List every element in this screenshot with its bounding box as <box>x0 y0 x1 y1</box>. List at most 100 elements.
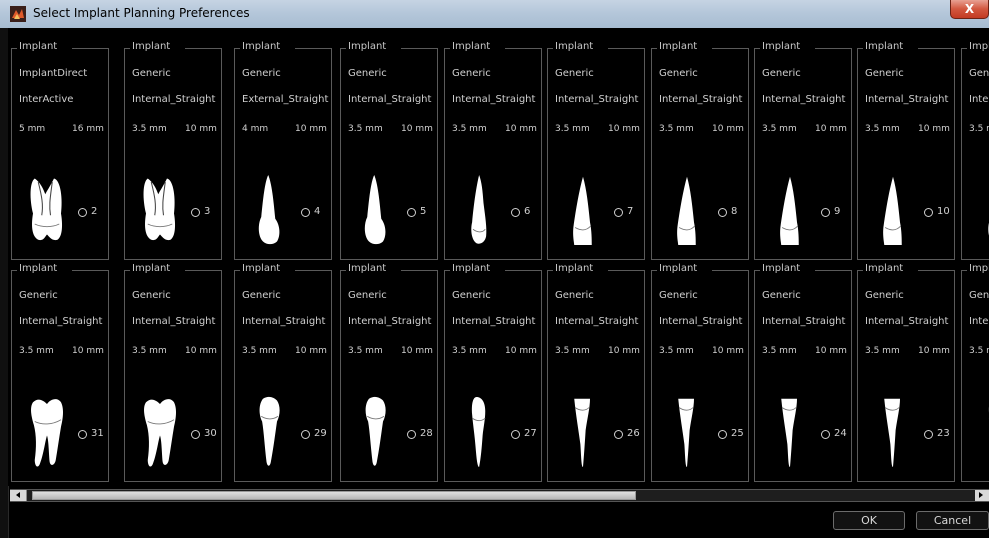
implant-card-tooth-29[interactable]: Implant Generic Internal_Straight 3.5 mm 10 … <box>234 263 332 482</box>
tooth-select-radio[interactable] <box>407 208 416 217</box>
card-diameter: 3.5 mm <box>452 124 487 134</box>
implant-card-tooth-26[interactable]: Implant Generic Internal_Straight 3.5 mm 10 … <box>547 263 645 482</box>
card-manufacturer: Generic <box>348 68 387 79</box>
tooth-select-radio[interactable] <box>78 430 87 439</box>
implant-preferences-dialog: Select Implant Planning Preferences X Im… <box>0 0 989 538</box>
tooth-number: 29 <box>314 428 327 439</box>
card-length: 10 mm <box>918 124 950 134</box>
card-manufacturer: Generic <box>865 290 904 301</box>
implant-card-tooth-25[interactable]: Implant Generic Internal_Straight 3.5 mm 10 … <box>651 263 749 482</box>
card-diameter: 3.5 mm <box>555 124 590 134</box>
card-group-label: Implant <box>131 41 172 52</box>
implant-card-tooth-8[interactable]: Implant Generic Internal_Straight 3.5 mm 10 … <box>651 41 749 260</box>
implant-card-tooth-4[interactable]: Implant Generic External_Straight 4 mm 10 mm… <box>234 41 332 260</box>
tooth-select-radio[interactable] <box>718 430 727 439</box>
tooth-select-radio[interactable] <box>718 208 727 217</box>
card-manufacturer: Generic <box>348 290 387 301</box>
card-group-label: Implant <box>658 41 699 52</box>
tooth-select-radio[interactable] <box>191 208 200 217</box>
card-connection: Internal_Straight <box>348 316 432 327</box>
card-length: 10 mm <box>72 346 104 356</box>
tooth-select-radio[interactable] <box>191 430 200 439</box>
tooth-select-radio[interactable] <box>821 208 830 217</box>
card-diameter: 3.5 mm <box>555 346 590 356</box>
tooth-icon <box>677 176 696 245</box>
tooth-icon <box>678 398 694 467</box>
card-manufacturer: ImplantDirect <box>19 68 88 79</box>
card-length: 10 mm <box>815 346 847 356</box>
horizontal-scrollbar[interactable] <box>10 489 989 502</box>
card-group-label: Implant <box>18 263 59 274</box>
tooth-select-radio[interactable] <box>78 208 87 217</box>
tooth-select-radio[interactable] <box>614 430 623 439</box>
implant-card-tooth-24[interactable]: Implant Generic Internal_Straight 3.5 mm 10 … <box>754 263 852 482</box>
card-diameter: 3.5 mm <box>242 346 277 356</box>
card-group-label: Implant <box>968 41 989 52</box>
card-group-label: Implant <box>451 263 492 274</box>
cancel-button[interactable]: Cancel <box>916 511 989 530</box>
implant-card-tooth-2[interactable]: Implant ImplantDirect InterActive 5 mm 16 mm… <box>11 41 109 260</box>
implant-card-tooth-10[interactable]: Implant Generic Internal_Straight 3.5 mm 10 … <box>857 41 955 260</box>
tooth-icon <box>471 175 487 244</box>
card-connection: Internal_Straight <box>242 316 326 327</box>
tooth-icon <box>144 399 177 467</box>
implant-card-tooth-11[interactable]: ImplantGenericInternal_Straight3.5 mm10 … <box>961 41 989 260</box>
tooth-select-radio[interactable] <box>924 430 933 439</box>
card-connection: Internal_Straight <box>762 316 846 327</box>
app-logo-icon <box>10 6 26 22</box>
scroll-left-arrow-icon[interactable] <box>10 490 27 501</box>
tooth-select-radio[interactable] <box>614 208 623 217</box>
card-diameter: 3.5 mm <box>348 124 383 134</box>
card-connection: InterActive <box>19 94 74 105</box>
tooth-select-radio[interactable] <box>301 430 310 439</box>
tooth-icon <box>259 396 280 466</box>
implant-card-tooth-23[interactable]: Implant Generic Internal_Straight 3.5 mm 10 … <box>857 263 955 482</box>
card-length: 10 mm <box>815 124 847 134</box>
implant-card-tooth-30[interactable]: Implant Generic Internal_Straight 3.5 mm 10 … <box>124 263 222 482</box>
card-manufacturer: Generic <box>659 68 698 79</box>
implant-card-tooth-3[interactable]: Implant Generic Internal_Straight 3.5 mm 10 … <box>124 41 222 260</box>
tooth-number: 2 <box>91 206 98 217</box>
card-diameter: 3.5 mm <box>762 346 797 356</box>
tooth-icon <box>573 176 592 245</box>
card-diameter: 4 mm <box>242 124 269 134</box>
card-connection: Internal_Straight <box>132 316 216 327</box>
implant-card-tooth-28[interactable]: Implant Generic Internal_Straight 3.5 mm 10 … <box>340 263 438 482</box>
tooth-select-radio[interactable] <box>301 208 310 217</box>
tooth-select-radio[interactable] <box>821 430 830 439</box>
tooth-select-radio[interactable] <box>407 430 416 439</box>
card-manufacturer: Generic <box>762 68 801 79</box>
tooth-select-radio[interactable] <box>924 208 933 217</box>
implant-card-tooth-5[interactable]: Implant Generic Internal_Straight 3.5 mm 10 … <box>340 41 438 260</box>
implant-card-tooth-27[interactable]: Implant Generic Internal_Straight 3.5 mm 10 … <box>444 263 542 482</box>
card-length: 10 mm <box>185 346 217 356</box>
close-button[interactable]: X <box>950 0 989 19</box>
card-group-label: Implant <box>554 263 595 274</box>
tooth-icon <box>988 222 989 236</box>
ok-button[interactable]: OK <box>833 511 905 530</box>
tooth-select-radio[interactable] <box>511 208 520 217</box>
card-diameter: 3.5 mm <box>865 346 900 356</box>
card-connection: Internal_Straight <box>132 94 216 105</box>
card-length: 10 mm <box>185 124 217 134</box>
tooth-select-radio[interactable] <box>511 430 520 439</box>
implant-card-tooth-7[interactable]: Implant Generic Internal_Straight 3.5 mm 10 … <box>547 41 645 260</box>
scroll-thumb[interactable] <box>32 491 636 500</box>
scroll-right-arrow-icon[interactable] <box>975 490 989 501</box>
card-manufacturer: Generic <box>132 68 171 79</box>
tooth-number: 28 <box>420 428 433 439</box>
implant-card-tooth-31[interactable]: Implant Generic Internal_Straight 3.5 mm 10 … <box>11 263 109 482</box>
implant-card-tooth-22[interactable]: ImplantGenericInternal_Straight3.5 mm10 … <box>961 263 989 482</box>
card-diameter: 5 mm <box>19 124 46 134</box>
card-group-label: Implant <box>554 41 595 52</box>
card-manufacturer: Generic <box>242 68 281 79</box>
card-connection: Internal_Straight <box>659 94 743 105</box>
tooth-number: 26 <box>627 428 640 439</box>
card-connection: Internal_Straight <box>969 316 989 327</box>
implant-card-tooth-6[interactable]: Implant Generic Internal_Straight 3.5 mm 10 … <box>444 41 542 260</box>
tooth-icon <box>258 175 280 245</box>
tooth-number: 25 <box>731 428 744 439</box>
implant-card-tooth-9[interactable]: Implant Generic Internal_Straight 3.5 mm 10 … <box>754 41 852 260</box>
title-bar[interactable]: Select Implant Planning Preferences X <box>0 0 989 29</box>
card-manufacturer: Generic <box>659 290 698 301</box>
